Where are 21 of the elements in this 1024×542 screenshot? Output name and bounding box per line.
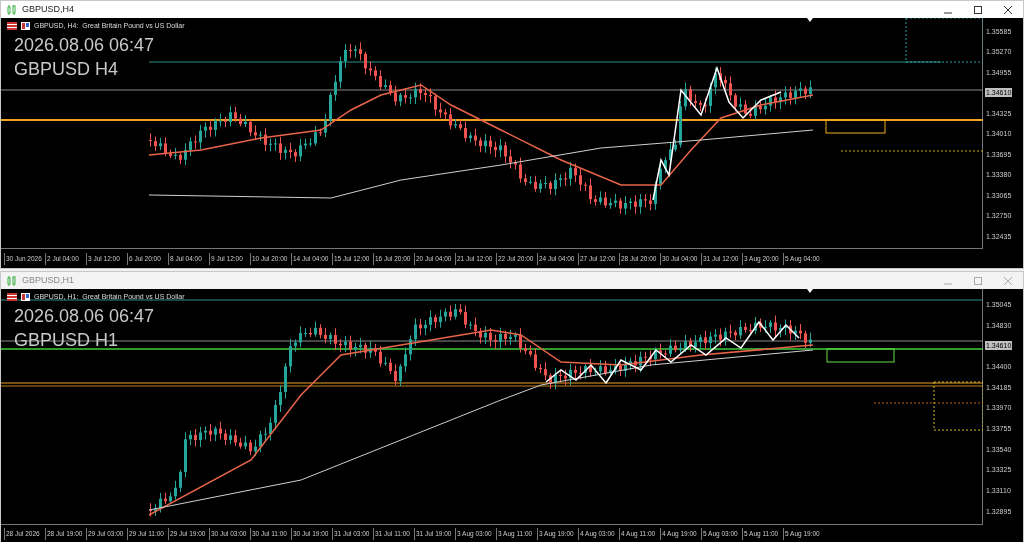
window-title: GBPUSD,H4 [22, 2, 75, 16]
flag-icon [7, 22, 18, 31]
symbol-label: GBPUSD H1 [14, 329, 119, 351]
chart-icon [7, 4, 16, 15]
maximize-icon [974, 276, 982, 285]
chart-type-icon [21, 293, 30, 302]
close-icon [1003, 276, 1013, 285]
flag-icon [7, 293, 18, 302]
chart-type-icon [21, 22, 30, 31]
rectangle-drawing [825, 119, 886, 134]
close-icon [1003, 5, 1013, 14]
symbol-label: GBPUSD H4 [14, 58, 119, 80]
clock-text: 2026.08.06 06:47 [14, 34, 155, 56]
minimize-icon [943, 12, 953, 13]
chart-icon [7, 275, 16, 286]
rectangle-drawing [933, 381, 983, 431]
maximize-icon [974, 5, 982, 14]
rectangle-drawing [826, 348, 895, 363]
minimize-icon [943, 283, 953, 284]
clock-text: 2026.08.06 06:47 [14, 305, 155, 327]
window-title: GBPUSD,H1 [22, 273, 75, 287]
